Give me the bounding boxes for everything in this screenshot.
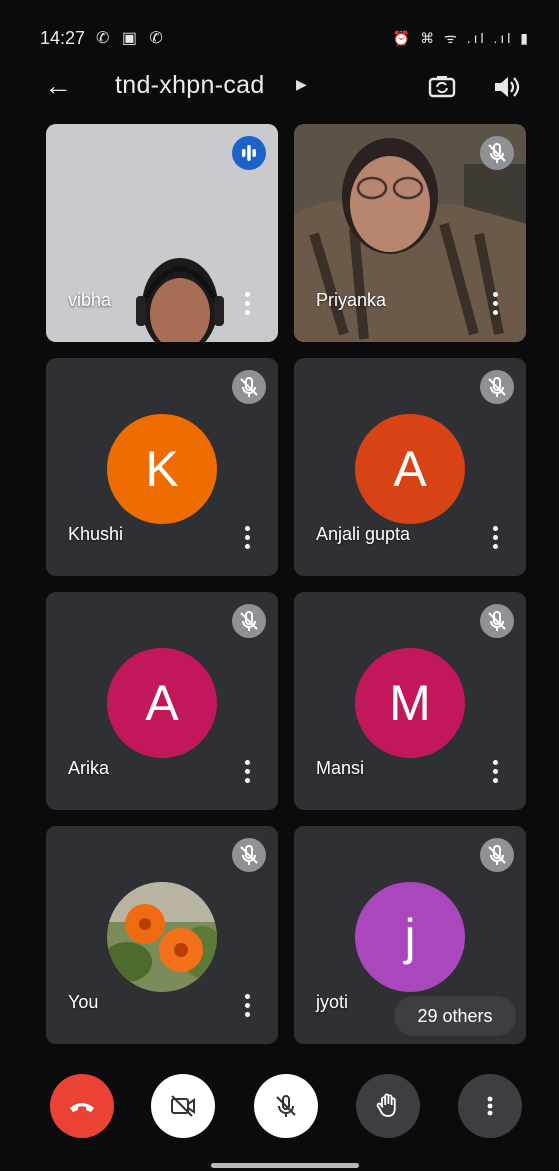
others-count-badge[interactable]: 29 others [394,996,516,1036]
meeting-code[interactable]: tnd-xhpn-cad [115,71,265,100]
mic-muted-icon [232,604,266,638]
avatar: M [355,648,465,758]
avatar: A [355,414,465,524]
meeting-header: ← tnd-xhpn-cad ▶ [0,62,559,112]
participant-options-icon[interactable] [244,760,250,784]
avatar: K [107,414,217,524]
avatar: j [355,882,465,992]
mic-muted-icon [480,838,514,872]
mic-muted-icon [232,370,266,404]
participant-tile-vibha[interactable]: vibha [46,124,278,342]
participant-tile-mansi[interactable]: M Mansi [294,592,526,810]
raise-hand-icon [376,1093,396,1117]
switch-camera-icon[interactable] [427,72,457,107]
participant-options-icon[interactable] [244,526,250,550]
raise-hand-button[interactable] [356,1074,420,1138]
participant-name: jyoti [316,992,349,1012]
participant-options-icon[interactable] [492,760,498,784]
participant-options-icon[interactable] [492,526,498,550]
participant-name: Anjali gupta [316,524,411,544]
status-time: 14:27 [40,28,86,48]
mic-muted-icon [480,370,514,404]
status-bar: 14:27 ✆ ▣ ✆ ⏰ ⌘ ᯤ .ıl .ıl ▮ [0,18,559,52]
back-arrow-icon[interactable]: ← [44,72,72,100]
more-options-icon [487,1096,493,1116]
participant-name: Khushi [68,524,124,544]
participant-options-icon[interactable] [492,292,498,316]
participant-name: Arika [68,758,110,778]
camera-off-icon [171,1095,195,1117]
participant-name: You [68,992,99,1012]
participant-tile-you[interactable]: You [46,826,278,1044]
participant-tile-khushi[interactable]: K Khushi [46,358,278,576]
speaking-indicator-icon [232,136,266,170]
notification-icons: ✆ ▣ ✆ [96,30,167,47]
participant-name: vibha [68,290,112,310]
mic-muted-icon [232,838,266,872]
camera-toggle-button[interactable] [151,1074,215,1138]
speaker-icon[interactable] [492,72,520,107]
system-status-icons: ⏰ ⌘ ᯤ .ıl .ıl ▮ [392,30,531,46]
mic-toggle-button[interactable] [254,1074,318,1138]
flower-avatar [107,882,217,992]
participant-name: Mansi [316,758,365,778]
end-call-icon [70,1103,94,1112]
more-options-button[interactable] [458,1074,522,1138]
home-indicator[interactable] [211,1163,359,1168]
end-call-button[interactable] [50,1074,114,1138]
avatar: A [107,648,217,758]
participant-tile-jyoti[interactable]: j jyoti 29 others [294,826,526,1044]
participant-tile-priyanka[interactable]: Priyanka [294,124,526,342]
participant-name: Priyanka [316,290,387,310]
participant-options-icon[interactable] [244,994,250,1018]
participant-tile-arika[interactable]: A Arika [46,592,278,810]
mic-off-icon [276,1095,296,1117]
participant-tile-anjali-gupta[interactable]: A Anjali gupta [294,358,526,576]
mic-muted-icon [480,604,514,638]
meeting-details-arrow-icon[interactable]: ▶ [296,76,307,93]
mic-muted-icon [480,136,514,170]
participant-options-icon[interactable] [244,292,250,316]
